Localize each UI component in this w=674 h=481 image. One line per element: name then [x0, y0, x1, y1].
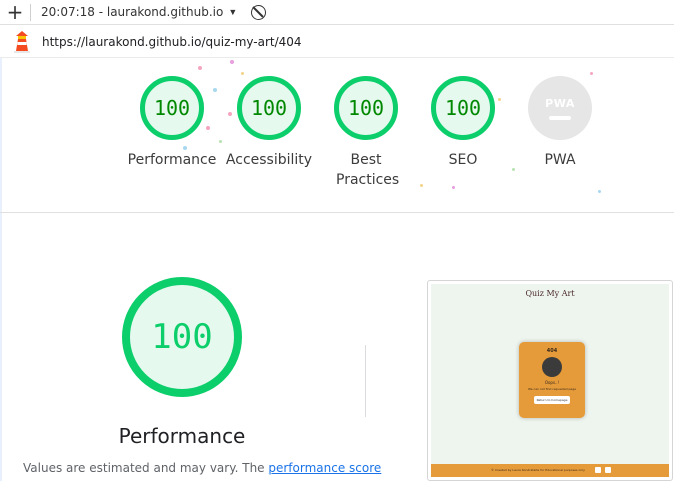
gauge-label: SEO — [448, 152, 478, 168]
site-title: Quiz My Art — [525, 289, 575, 298]
score-ring: 100 — [237, 76, 301, 140]
plus-icon[interactable]: + — [0, 0, 30, 25]
performance-score-link[interactable]: performance score — [268, 461, 381, 475]
screenshot-page: Quiz My Art 404 Oops..! We can not find … — [431, 284, 669, 477]
linkedin-icon — [605, 467, 611, 473]
gauge-accessibility[interactable]: 100 Accessibility — [219, 76, 319, 170]
note-text: Values are estimated and may vary. The — [23, 461, 269, 475]
devtools-toolbar: + 20:07:18 - laurakond.github.io ▼ — [0, 0, 674, 25]
gauge-label: PWA — [544, 152, 576, 168]
github-icon — [595, 467, 601, 473]
performance-title: Performance — [118, 424, 246, 448]
caret-down-icon[interactable]: ▼ — [228, 7, 237, 17]
footer-text: © Created by Laura Kondrataite for Educa… — [491, 468, 585, 472]
score-value: 100 — [444, 96, 482, 120]
card-message: We can not find requested page — [527, 387, 577, 391]
confetti-piece — [230, 60, 234, 64]
confetti-piece — [241, 72, 244, 75]
vertical-divider — [365, 345, 366, 417]
card-image — [542, 357, 562, 377]
gauge-label: Best Practices — [336, 152, 400, 188]
report-url-bar: https://laurakond.github.io/quiz-my-art/… — [0, 26, 674, 58]
return-home-button: Return to homepage — [534, 396, 570, 404]
score-value: 100 — [153, 96, 191, 120]
toolbar-divider — [30, 3, 31, 21]
score-gauges: 100 Performance 100 Accessibility 100 Be… — [0, 76, 674, 206]
report-selector[interactable]: 20:07:18 - laurakond.github.io — [41, 5, 223, 19]
final-screenshot[interactable]: Quiz My Art 404 Oops..! We can not find … — [427, 280, 673, 481]
performance-score: 100 — [151, 317, 213, 357]
confetti-piece — [198, 66, 202, 70]
score-value: 100 — [250, 96, 288, 120]
section-divider — [0, 212, 674, 213]
gauge-pwa[interactable]: PWA PWA — [510, 76, 610, 170]
pwa-badge-icon: PWA — [528, 76, 592, 140]
gauge-label: Accessibility — [225, 152, 313, 168]
performance-note: Values are estimated and may vary. The p… — [23, 461, 381, 475]
score-ring: 100 — [334, 76, 398, 140]
report-url[interactable]: https://laurakond.github.io/quiz-my-art/… — [42, 35, 302, 49]
card-heading: 404 — [546, 348, 558, 354]
gauge-label: Performance — [127, 152, 217, 168]
score-value: 100 — [347, 96, 385, 120]
error-card: 404 Oops..! We can not find requested pa… — [519, 342, 585, 418]
score-ring: 100 — [431, 76, 495, 140]
performance-gauge: 100 — [122, 277, 242, 397]
score-ring: 100 — [140, 76, 204, 140]
gauge-performance[interactable]: 100 Performance — [122, 76, 222, 170]
gauge-best-practices[interactable]: 100 Best Practices — [316, 76, 416, 190]
pwa-badge-text: PWA — [545, 96, 575, 110]
pwa-dash — [549, 115, 571, 120]
confetti-piece — [590, 72, 593, 75]
lighthouse-icon — [14, 30, 30, 53]
card-oops: Oops..! — [544, 380, 560, 385]
gauge-seo[interactable]: 100 SEO — [413, 76, 513, 170]
site-footer: © Created by Laura Kondrataite for Educa… — [431, 464, 669, 477]
block-icon[interactable] — [251, 4, 267, 20]
